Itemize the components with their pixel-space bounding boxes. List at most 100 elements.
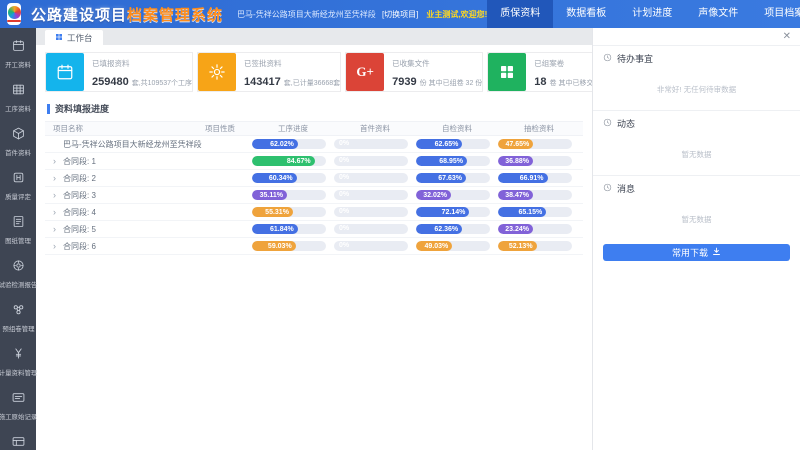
- table-row-2[interactable]: › 合同段: 1 84.67% 0%68.95% 36.88%: [45, 153, 583, 170]
- close-icon[interactable]: ✕: [783, 31, 791, 42]
- progress-label: 0%: [339, 190, 349, 200]
- right-section-1: 待办事宜非常好! 无任何待审数据: [593, 45, 800, 110]
- progress-fill: 72.14%: [416, 207, 469, 217]
- cube-icon: [12, 127, 25, 145]
- nav-item-2[interactable]: 数据看板: [553, 0, 619, 28]
- sidebar-item-2[interactable]: 工序资料: [0, 76, 36, 120]
- stat-suffix: 套,共109537个工序: [132, 80, 192, 87]
- stat-meta: 已组案卷18卷 其中已移交 0 卷: [526, 53, 592, 91]
- sidebar-item-8[interactable]: 计量资料管理: [0, 340, 36, 384]
- stat-meta: 已签批资料143417套,已计量36668套: [236, 53, 340, 91]
- progress-cell-2: 0%: [334, 224, 416, 234]
- column-header-6: 抽检资料: [498, 123, 580, 134]
- progress-cell-4: 47.65%: [498, 139, 580, 149]
- stat-card-4: 已组案卷18卷 其中已移交 0 卷: [487, 52, 592, 92]
- common-downloads-label: 常用下载: [672, 246, 708, 259]
- progress-fill: 65.15%: [498, 207, 546, 217]
- progress-cell-1: 62.02%: [252, 139, 334, 149]
- sidebar-item-label: 计量资料管理: [0, 368, 37, 377]
- table-icon: [12, 83, 25, 101]
- right-section-3: 消息暂无数据: [593, 175, 800, 240]
- progress-fill: 62.02%: [252, 139, 298, 149]
- table-row-3[interactable]: ›合同段: 260.34%0%67.63%66.91%: [45, 170, 583, 187]
- progress-fill: 60.34%: [252, 173, 297, 183]
- progress-fill: 35.11%: [252, 190, 287, 200]
- progress-fill: 32.02%: [416, 190, 451, 200]
- progress-bar: 66.91%: [498, 173, 572, 183]
- progress-cell-2: 0%: [334, 139, 416, 149]
- switch-project-link[interactable]: [切换项目]: [382, 10, 418, 19]
- progress-fill: 68.95%: [416, 156, 467, 166]
- tab-workspace[interactable]: 工作台: [45, 30, 103, 45]
- app-title: 公路建设项目档案管理系统: [31, 4, 223, 25]
- table-row-4[interactable]: › 合同段: 3 35.11% 0% 32.02% 38.47%: [45, 187, 583, 204]
- column-header-3: 工序进度: [252, 123, 334, 134]
- expand-chevron-icon[interactable]: ›: [53, 241, 59, 251]
- nav-item-3[interactable]: 计划进度: [619, 0, 685, 28]
- progress-bar: 62.02%: [252, 139, 326, 149]
- division-icon: [12, 435, 25, 450]
- progress-cell-1: 55.31%: [252, 207, 334, 217]
- project-name-text: 巴马-凭祥公路项目大新经龙州至凭祥段: [63, 139, 202, 150]
- clock-icon: [603, 183, 612, 194]
- nav-item-1[interactable]: 质保资料: [487, 0, 553, 28]
- expand-chevron-icon[interactable]: ›: [53, 173, 59, 183]
- sidebar-item-9[interactable]: 施工原始记录: [0, 384, 36, 428]
- right-section-content: 非常好! 无任何待审数据: [593, 71, 800, 110]
- progress-fill: 38.47%: [498, 190, 533, 200]
- sidebar-item-4[interactable]: 质量评定: [0, 164, 36, 208]
- project-name-text: 合同段: 3: [63, 190, 96, 201]
- progress-label: 0%: [339, 224, 349, 234]
- expand-chevron-icon[interactable]: ›: [53, 207, 59, 217]
- sidebar-item-1[interactable]: 开工资料: [0, 32, 36, 76]
- progress-cell-2: 0%: [334, 156, 416, 166]
- stat-card-2: 已签批资料143417套,已计量36668套: [197, 52, 341, 92]
- table-body: ›巴马-凭祥公路项目大新经龙州至凭祥段62.02%0%62.65%47.65%›…: [45, 136, 583, 255]
- sidebar-item-label: 试验检测报告: [0, 280, 37, 289]
- table-row-1[interactable]: ›巴马-凭祥公路项目大新经龙州至凭祥段62.02%0%62.65%47.65%: [45, 136, 583, 153]
- nav-item-5[interactable]: 项目档案: [751, 0, 800, 28]
- calendar-icon: [46, 53, 84, 91]
- expand-chevron-icon[interactable]: ›: [53, 190, 59, 200]
- download-icon: [712, 247, 721, 258]
- stat-value: 143417: [244, 76, 281, 88]
- expand-chevron-icon[interactable]: ›: [53, 156, 59, 166]
- project-name-text: 合同段: 4: [63, 207, 96, 218]
- nav-item-4[interactable]: 声像文件: [685, 0, 751, 28]
- progress-bar: 36.88%: [498, 156, 572, 166]
- progress-cell-4: 66.91%: [498, 173, 580, 183]
- sidebar: 开工资料工序资料首件资料质量评定图纸管理试验检测报告预组卷管理计量资料管理施工原…: [0, 28, 36, 450]
- project-name-cell: ›合同段: 6: [45, 241, 205, 252]
- quality-icon: [12, 171, 25, 189]
- sidebar-item-3[interactable]: 首件资料: [0, 120, 36, 164]
- progress-fill: 52.13%: [498, 241, 537, 251]
- expand-chevron-icon[interactable]: ›: [53, 224, 59, 234]
- sidebar-item-6[interactable]: 试验检测报告: [0, 252, 36, 296]
- sidebar-item-5[interactable]: 图纸管理: [0, 208, 36, 252]
- progress-bar: 60.34%: [252, 173, 326, 183]
- table-row-5[interactable]: ›合同段: 455.31%0%72.14%65.15%: [45, 204, 583, 221]
- workspace-content: 已填报资料259480套,共109537个工序 已签批资料143417套,已计量3…: [36, 45, 592, 450]
- progress-fill: 84.67%: [252, 156, 315, 166]
- project-name-cell: ›巴马-凭祥公路项目大新经龙州至凭祥段: [45, 139, 205, 150]
- progress-cell-2: 0%: [334, 173, 416, 183]
- table-row-7[interactable]: ›合同段: 659.03%0%49.03%52.13%: [45, 238, 583, 255]
- column-header-1: 项目名称: [45, 123, 205, 134]
- tab-workspace-label: 工作台: [67, 32, 93, 44]
- progress-panel: 资料填报进度 项目名称项目性质工序进度首件资料自检资料抽检资料 ›巴马-凭祥公路…: [45, 98, 583, 450]
- progress-cell-1: 59.03%: [252, 241, 334, 251]
- progress-bar: 62.36%: [416, 224, 490, 234]
- progress-cell-3: 62.36%: [416, 224, 498, 234]
- stat-suffix: 卷 其中已移交 0 卷: [550, 80, 592, 87]
- common-downloads-button[interactable]: 常用下载: [603, 244, 790, 261]
- column-header-5: 自检资料: [416, 123, 498, 134]
- sidebar-item-7[interactable]: 预组卷管理: [0, 296, 36, 340]
- progress-cell-1: 35.11%: [252, 190, 334, 200]
- stat-meta: 已填报资料259480套,共109537个工序: [84, 53, 192, 91]
- progress-fill: 55.31%: [252, 207, 293, 217]
- table-row-6[interactable]: ›合同段: 561.84%0%62.36%23.24%: [45, 221, 583, 238]
- progress-bar: 68.95%: [416, 156, 490, 166]
- top-nav: 质保资料数据看板计划进度声像文件项目档案: [487, 0, 800, 28]
- project-name-text: 合同段: 1: [63, 156, 96, 167]
- sidebar-item-10[interactable]: 项目划分管理: [0, 428, 36, 450]
